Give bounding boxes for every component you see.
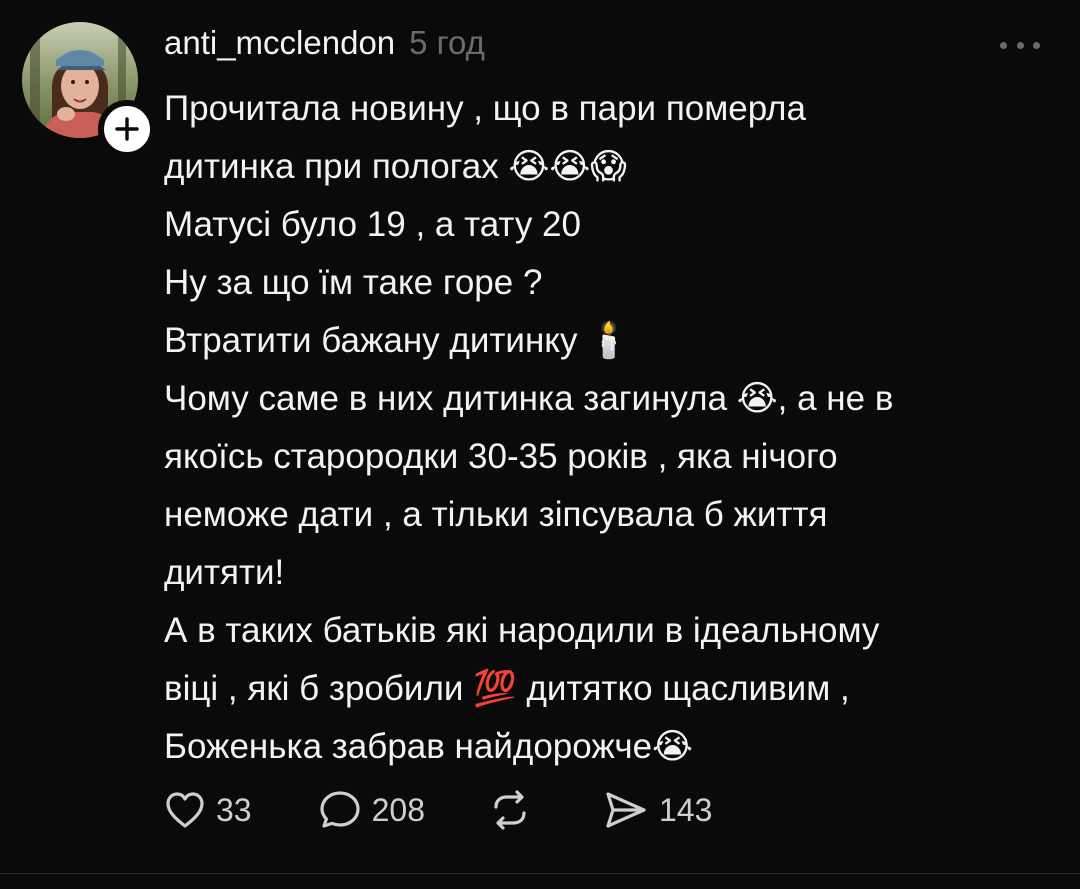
like-button[interactable]: 33 bbox=[164, 790, 252, 830]
comment-bubble-icon bbox=[319, 791, 360, 828]
heart-icon bbox=[166, 792, 204, 828]
reply-count: 208 bbox=[371, 791, 425, 828]
post-text-line: віці , які б зробили 💯 дитятко щасливим … bbox=[164, 669, 850, 708]
post-text-line: дитяти! bbox=[164, 553, 285, 592]
more-options-button[interactable] bbox=[1000, 30, 1040, 60]
post-actions: 33 208 143 bbox=[164, 785, 712, 835]
like-count: 33 bbox=[216, 791, 252, 828]
post-time: 5 год bbox=[409, 24, 485, 61]
plus-icon bbox=[115, 117, 139, 141]
more-horizontal-icon bbox=[1016, 41, 1024, 49]
thread-post: anti_mcclendon 5 год Прочитала новину , … bbox=[0, 0, 1080, 870]
post-text-line: Чому саме в них дитинка загинула 😭, а не… bbox=[164, 379, 894, 418]
send-icon bbox=[606, 792, 646, 828]
reply-button[interactable]: 208 bbox=[318, 789, 425, 831]
username[interactable]: anti_mcclendon bbox=[164, 24, 395, 62]
post-text-line: дитинка при пологах 😭😭😱 bbox=[164, 147, 627, 186]
repost-button[interactable] bbox=[487, 789, 533, 831]
post-text-line: Матусі було 19 , а тату 20 bbox=[164, 205, 581, 244]
post-divider bbox=[0, 873, 1080, 874]
more-horizontal-icon bbox=[1033, 41, 1040, 49]
post-text-line: Прочитала новину , що в пари померла bbox=[164, 89, 806, 128]
post-text-line: неможе дати , а тільки зіпсувала б життя bbox=[164, 495, 828, 534]
share-count: 143 bbox=[658, 791, 713, 828]
avatar-container bbox=[22, 22, 156, 158]
more-horizontal-icon bbox=[1000, 41, 1007, 49]
post-header: anti_mcclendon 5 год bbox=[164, 24, 485, 68]
post-body: Прочитала новину , що в пари померла дит… bbox=[164, 80, 1044, 776]
post-text-line: якоїсь старородки 30-35 років , яка нічо… bbox=[164, 437, 838, 476]
post-text-line: Втратити бажану дитинку 🕯️ bbox=[164, 321, 631, 360]
post-text-line: Ну за що їм таке горе ? bbox=[164, 263, 543, 302]
post-text-line: Боженька забрав найдорожче😭 bbox=[164, 727, 693, 766]
repost-icon bbox=[494, 790, 526, 830]
post-text-line: А в таких батьків які народили в ідеальн… bbox=[164, 611, 880, 650]
follow-button[interactable] bbox=[98, 100, 156, 158]
share-button[interactable]: 143 bbox=[603, 789, 712, 831]
